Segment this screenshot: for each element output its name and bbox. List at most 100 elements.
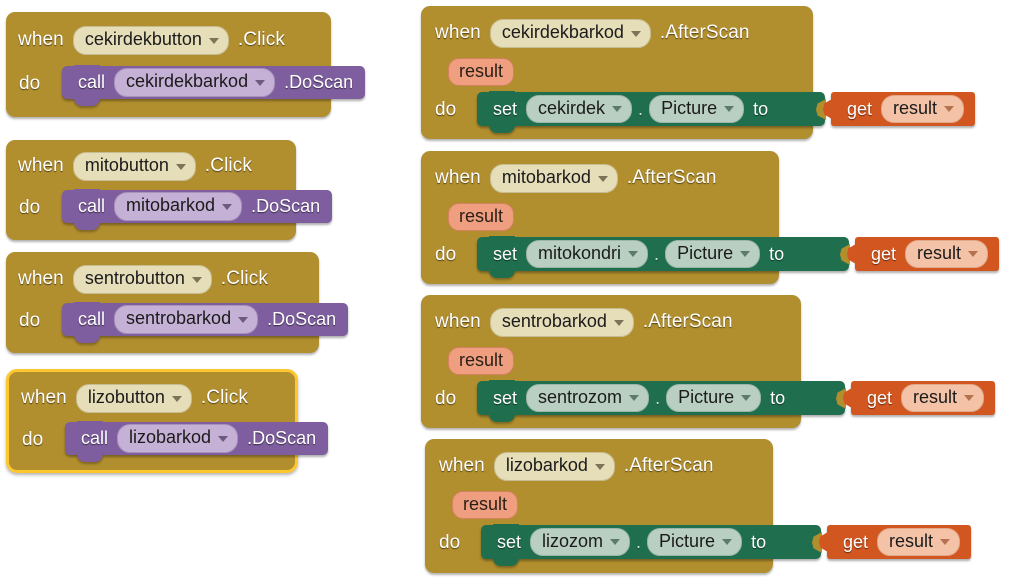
event-name: .Click	[204, 155, 252, 177]
component-name: lizobarkod	[505, 455, 588, 475]
component-dropdown[interactable]: sentrobarkod	[489, 308, 634, 337]
chevron-down-icon[interactable]	[610, 539, 621, 546]
property-separator: .	[654, 243, 660, 264]
chevron-down-icon[interactable]	[628, 251, 639, 258]
do-label: do	[435, 244, 457, 265]
set-block-sentrozom-picture[interactable]: set sentrozom . Picture to	[477, 380, 846, 422]
event-block-lizobarkod-afterscan[interactable]: when lizobarkod .AfterScan result do set…	[425, 439, 972, 573]
do-label: do	[19, 197, 41, 218]
when-keyword: when	[18, 155, 64, 177]
event-parameter-result[interactable]: result	[452, 491, 519, 519]
set-keyword: set	[493, 243, 518, 264]
chevron-down-icon[interactable]	[222, 203, 233, 210]
component-dropdown[interactable]: mitokondri	[526, 239, 649, 269]
get-block-result[interactable]: get result	[819, 525, 972, 559]
component-dropdown[interactable]: sentrozom	[526, 383, 650, 413]
event-block-lizobutton-click[interactable]: when lizobutton .Click do call lizobarko…	[6, 369, 329, 473]
property-dropdown[interactable]: Picture	[649, 94, 745, 124]
variable-name: result	[913, 386, 958, 407]
chevron-down-icon[interactable]	[218, 435, 229, 442]
component-dropdown[interactable]: lizobarkod	[117, 424, 239, 453]
call-block-mitobarkod-doscan[interactable]: call mitobarkod .DoScan	[62, 189, 333, 230]
chevron-down-icon[interactable]	[724, 106, 735, 113]
do-label: do	[22, 429, 44, 450]
chevron-down-icon[interactable]	[191, 276, 202, 283]
event-block-cekirdekbarkod-afterscan[interactable]: when cekirdekbarkod .AfterScan result do…	[421, 6, 976, 139]
property-dropdown[interactable]: Picture	[666, 383, 762, 413]
component-dropdown[interactable]: lizobarkod	[493, 452, 615, 481]
property-dropdown[interactable]: Picture	[665, 239, 761, 269]
chevron-down-icon[interactable]	[940, 539, 951, 546]
component-name: cekirdekbarkod	[501, 22, 624, 42]
chevron-down-icon[interactable]	[175, 163, 186, 170]
set-block-cekirdek-picture[interactable]: set cekirdek . Picture to	[477, 91, 826, 133]
chevron-down-icon[interactable]	[722, 539, 733, 546]
chevron-down-icon[interactable]	[629, 395, 640, 402]
event-block-mitobutton-click[interactable]: when mitobutton .Click do call mitobarko…	[6, 140, 333, 240]
chevron-down-icon[interactable]	[594, 463, 605, 470]
chevron-down-icon[interactable]	[597, 175, 608, 182]
event-parameter-result[interactable]: result	[448, 203, 515, 231]
method-name: .DoScan	[284, 72, 354, 92]
property-name: Picture	[659, 530, 716, 551]
blocks-workspace[interactable]: when cekirdekbutton .Click do call cekir…	[0, 0, 1018, 579]
chevron-down-icon[interactable]	[171, 395, 182, 402]
event-block-mitobarkod-afterscan[interactable]: when mitobarkod .AfterScan result do set…	[421, 151, 1000, 284]
chevron-down-icon[interactable]	[968, 251, 979, 258]
component-dropdown[interactable]: mitobarkod	[114, 192, 243, 221]
event-parameter-result[interactable]: result	[448, 58, 515, 86]
get-block-result[interactable]: get result	[843, 381, 996, 415]
chevron-down-icon[interactable]	[944, 106, 955, 113]
component-dropdown[interactable]: sentrobarkod	[114, 305, 259, 334]
component-dropdown[interactable]: mitobutton	[72, 152, 196, 181]
set-block-lizozom-picture[interactable]: set lizozom . Picture to	[481, 524, 822, 566]
call-block-cekirdekbarkod-doscan[interactable]: call cekirdekbarkod .DoScan	[62, 65, 366, 106]
to-keyword: to	[769, 243, 785, 264]
set-keyword: set	[493, 98, 518, 119]
variable-dropdown[interactable]: result	[905, 239, 989, 269]
method-name: .DoScan	[267, 309, 337, 329]
do-label: do	[435, 99, 457, 120]
chevron-down-icon[interactable]	[208, 37, 219, 44]
to-keyword: to	[751, 531, 767, 552]
event-block-sentrobarkod-afterscan[interactable]: when sentrobarkod .AfterScan result do s…	[421, 295, 996, 428]
event-block-sentrobutton-click[interactable]: when sentrobutton .Click do call sentrob…	[6, 252, 349, 353]
event-name: .AfterScan	[623, 455, 714, 477]
component-name: cekirdekbutton	[84, 29, 202, 49]
get-block-result[interactable]: get result	[847, 237, 1000, 271]
component-name: mitobutton	[84, 155, 169, 175]
component-dropdown[interactable]: cekirdekbutton	[72, 26, 229, 55]
component-dropdown[interactable]: cekirdekbarkod	[489, 19, 651, 48]
set-block-mitokondri-picture[interactable]: set mitokondri . Picture to	[477, 236, 850, 278]
component-dropdown[interactable]: cekirdek	[526, 94, 633, 124]
chevron-down-icon[interactable]	[613, 319, 624, 326]
component-dropdown[interactable]: cekirdekbarkod	[114, 68, 276, 97]
component-dropdown[interactable]: sentrobutton	[72, 265, 212, 294]
property-dropdown[interactable]: Picture	[647, 527, 743, 557]
chevron-down-icon[interactable]	[630, 30, 641, 37]
chevron-down-icon[interactable]	[964, 395, 975, 402]
component-name: mitobarkod	[501, 167, 591, 187]
property-name: Picture	[677, 242, 734, 263]
component-name: lizobutton	[87, 387, 165, 407]
call-block-sentrobarkod-doscan[interactable]: call sentrobarkod .DoScan	[62, 302, 349, 343]
component-name: lizobarkod	[129, 427, 212, 448]
variable-dropdown[interactable]: result	[881, 94, 965, 124]
event-parameter-result[interactable]: result	[448, 347, 515, 375]
chevron-down-icon[interactable]	[238, 316, 249, 323]
get-block-result[interactable]: get result	[823, 92, 976, 126]
component-dropdown[interactable]: mitobarkod	[489, 164, 618, 193]
event-block-cekirdekbutton-click[interactable]: when cekirdekbutton .Click do call cekir…	[6, 12, 366, 117]
component-name: cekirdekbarkod	[126, 71, 249, 92]
call-block-lizobarkod-doscan[interactable]: call lizobarkod .DoScan	[65, 421, 329, 462]
chevron-down-icon[interactable]	[741, 395, 752, 402]
variable-dropdown[interactable]: result	[877, 527, 961, 557]
component-dropdown[interactable]: lizozom	[530, 527, 631, 557]
component-dropdown[interactable]: lizobutton	[75, 384, 192, 413]
chevron-down-icon[interactable]	[255, 79, 266, 86]
event-name: .Click	[220, 268, 268, 290]
variable-dropdown[interactable]: result	[901, 383, 985, 413]
chevron-down-icon[interactable]	[612, 106, 623, 113]
call-keyword: call	[81, 428, 109, 448]
chevron-down-icon[interactable]	[740, 251, 751, 258]
